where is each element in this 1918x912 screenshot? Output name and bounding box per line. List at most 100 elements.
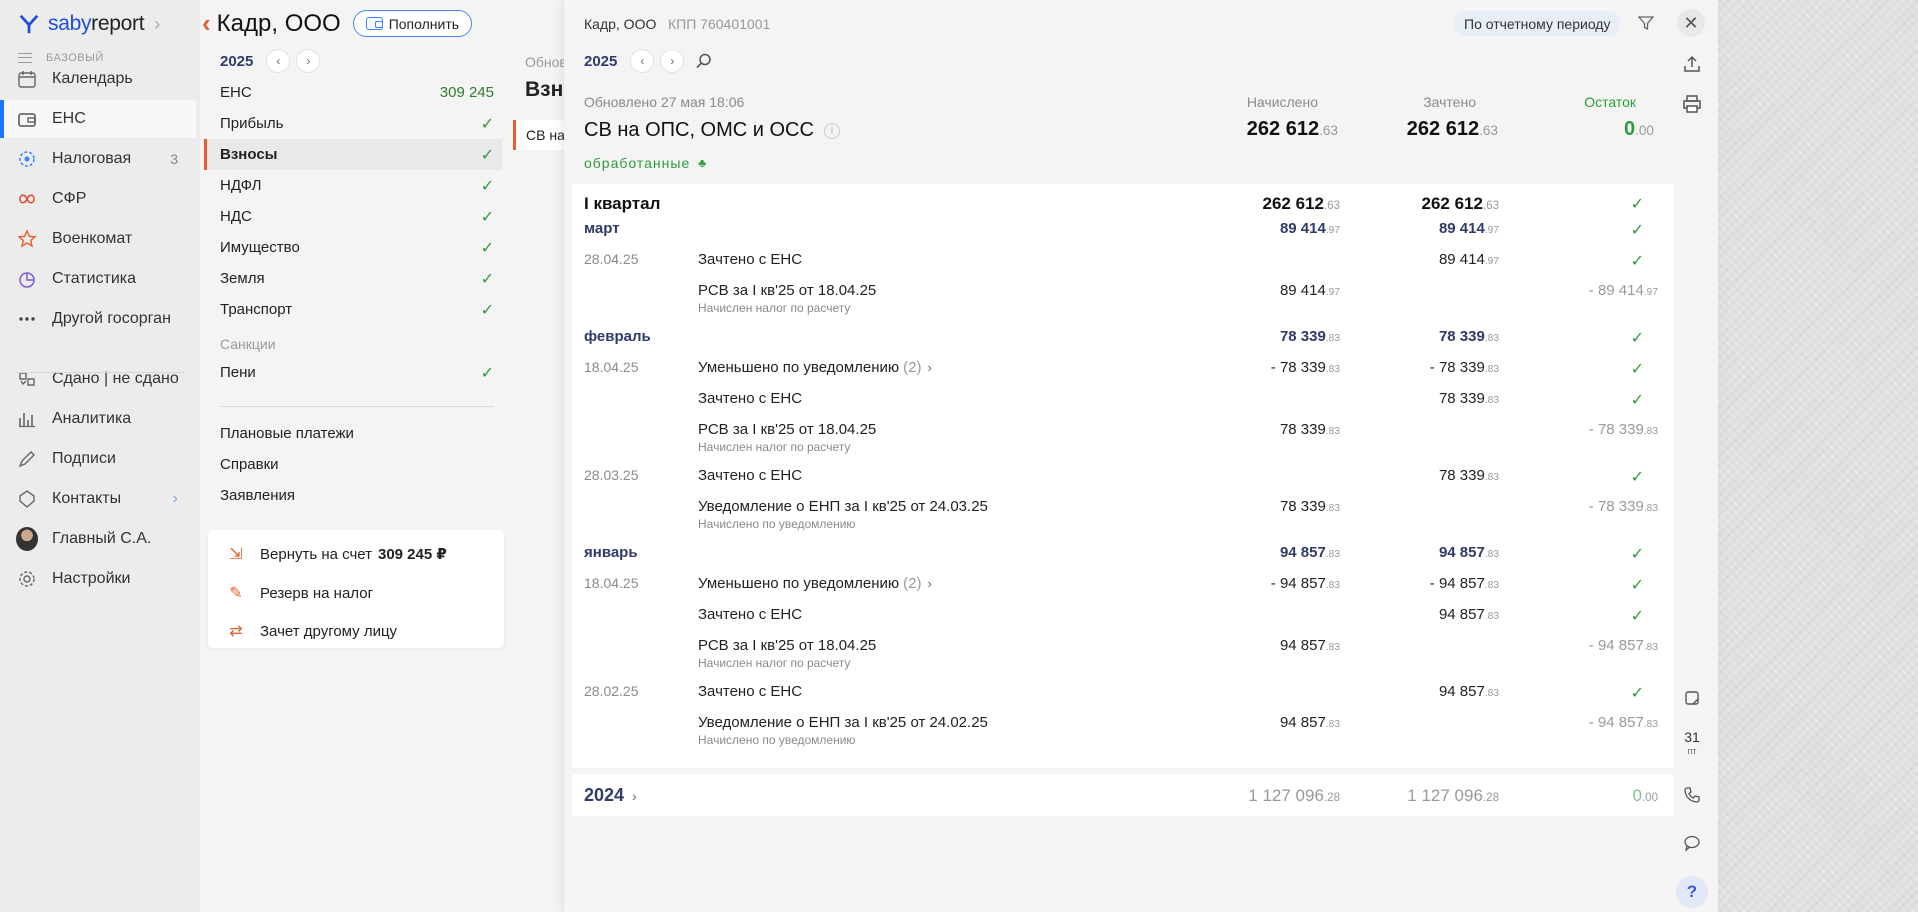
panel-prev-year-button[interactable]: ‹ — [631, 50, 654, 72]
period-button[interactable]: По отчетному периоду — [1454, 11, 1621, 36]
tax-item-1[interactable]: Прибыль ✓ — [204, 108, 502, 139]
pie-chart-icon — [16, 268, 38, 290]
prev-year-accrued-int: 1 127 096 — [1248, 786, 1324, 805]
nav-item-10[interactable]: Контакты › — [0, 480, 196, 518]
print-icon[interactable] — [1682, 94, 1702, 114]
mid-link-0[interactable]: Плановые платежи — [220, 425, 354, 442]
credited-value-int: 94 857 — [1438, 683, 1485, 700]
help-button[interactable]: ? — [1676, 876, 1708, 908]
tax-item-label: Пени — [220, 364, 256, 381]
chevron-right-icon[interactable]: › — [173, 490, 178, 508]
next-year-button[interactable]: › — [297, 50, 320, 72]
accrued-value-cents: .83 — [1325, 333, 1340, 344]
nav-item-7[interactable]: Сдано | не сдано — [0, 360, 196, 398]
tax-item-7[interactable]: Транспорт ✓ — [204, 294, 502, 325]
refund-action[interactable]: ⇲ Вернуть на счет 309 245 ₽ — [226, 544, 447, 564]
total-balance: 0.00 — [1624, 118, 1654, 141]
chat-icon[interactable] — [1683, 834, 1701, 852]
accrued-value-int: 94 857 — [1279, 637, 1326, 654]
export-icon[interactable] — [1682, 54, 1702, 74]
credited-value: 78 339.83 — [1439, 467, 1499, 484]
tax-item-4[interactable]: НДС ✓ — [204, 201, 502, 232]
sprout-icon: ♣ — [698, 156, 708, 170]
desc-text: Зачтено с ЕНС — [698, 390, 803, 407]
credited-value: 89 414.97 — [1439, 251, 1499, 268]
nav-item-6[interactable]: Другой госорган — [0, 300, 196, 338]
nav-item-9[interactable]: Подписи — [0, 440, 196, 478]
prev-year-card[interactable]: 2024 › 1 127 096.28 1 127 096.28 0.00 — [572, 774, 1674, 816]
tax-office-icon — [16, 148, 38, 170]
tax-item-0[interactable]: ЕНС 309 245 — [204, 77, 502, 108]
entry-date: 18.04.25 — [584, 575, 639, 591]
entry-date: 28.04.25 — [584, 251, 639, 267]
chevron-right-icon[interactable]: › — [927, 576, 931, 591]
nav-item-2[interactable]: Налоговая 3 — [0, 140, 196, 178]
nav-item-1[interactable]: ЕНС — [0, 100, 196, 138]
close-button[interactable]: ✕ — [1677, 9, 1705, 37]
nav-item-0[interactable]: Календарь — [0, 60, 196, 98]
panel-next-year-button[interactable]: › — [661, 50, 684, 72]
check-icon: ✓ — [1630, 361, 1644, 378]
year-label[interactable]: 2025 — [220, 53, 253, 70]
mid-link-1[interactable]: Справки — [220, 456, 279, 473]
offset-action[interactable]: ⇄ Зачет другому лицу — [226, 621, 397, 641]
tax-item-2[interactable]: Взносы ✓ — [204, 139, 502, 170]
nav-item-label: СФР — [52, 190, 87, 207]
check-icon: ✓ — [1630, 469, 1644, 486]
credited-value: - 78 339.83 — [1430, 359, 1499, 376]
nav-item-11[interactable]: Главный С.А. — [0, 520, 196, 558]
status-label[interactable]: обработанные ♣ — [584, 155, 707, 171]
check-icon: ✓ — [1630, 577, 1644, 594]
nav-item-8[interactable]: Аналитика — [0, 400, 196, 438]
tax-item-5[interactable]: Имущество ✓ — [204, 232, 502, 263]
desc-text: РСВ за I кв'25 от 18.04.25 — [698, 637, 877, 654]
credited-value: 78 339.83 — [1439, 328, 1499, 345]
tax-item-3[interactable]: НДФЛ ✓ — [204, 170, 502, 201]
nav-item-3[interactable]: СФР — [0, 180, 196, 218]
filter-icon[interactable] — [1638, 15, 1654, 31]
search-icon[interactable] — [695, 52, 713, 70]
prev-year-accrued: 1 127 096.28 — [1248, 786, 1340, 806]
year-switcher: 2025 ‹ › — [220, 50, 320, 72]
tax-item-label: Транспорт — [220, 301, 293, 318]
prev-year-label[interactable]: 2024 › — [584, 785, 637, 806]
note-icon[interactable] — [1684, 690, 1700, 706]
mid-link-2[interactable]: Заявления — [220, 487, 295, 504]
phone-icon[interactable] — [1683, 786, 1701, 804]
entry-desc: Уменьшено по уведомлению (2) › — [698, 575, 932, 592]
panel-kpp: КПП 760401001 — [668, 16, 771, 32]
total-accrued: 262 612.63 — [1247, 118, 1338, 141]
offset-label: Зачет другому лицу — [260, 622, 398, 640]
month-label: январь — [584, 544, 638, 561]
desc-text: Зачтено с ЕНС — [698, 467, 803, 484]
month-label: февраль — [584, 328, 651, 345]
accrued-value-int: - 94 857 — [1270, 575, 1326, 592]
calendar-button[interactable]: 31 пт — [1679, 730, 1705, 758]
company-name[interactable]: Кадр, ООО — [217, 10, 341, 38]
chevron-right-icon[interactable]: › — [927, 360, 931, 375]
info-icon[interactable]: i — [823, 122, 840, 139]
panel-org: Кадр, ООО — [584, 16, 657, 32]
entry-date: 28.03.25 — [584, 467, 639, 483]
prev-year-button[interactable]: ‹ — [267, 50, 290, 72]
credited-value-int: 78 339 — [1438, 390, 1485, 407]
nav-item-4[interactable]: Военкомат — [0, 220, 196, 258]
tax-item-8[interactable]: Пени ✓ — [204, 357, 502, 388]
back-chevron-icon[interactable]: ‹ — [202, 8, 211, 39]
balance-value-cents: .83 — [1643, 642, 1658, 653]
brand-name: sabyreport — [48, 12, 145, 35]
entry-desc: РСВ за I кв'25 от 18.04.25 — [698, 421, 876, 438]
quarter-accrued-cents: .63 — [1323, 200, 1340, 212]
peek-item[interactable]: СВ на — [513, 120, 564, 150]
nav-item-5[interactable]: Статистика — [0, 260, 196, 298]
tax-item-6[interactable]: Земля ✓ — [204, 263, 502, 294]
topup-button[interactable]: Пополнить — [352, 10, 473, 37]
nav-item-12[interactable]: Настройки — [0, 560, 196, 598]
balance-value-cents: .97 — [1643, 287, 1658, 298]
balance-value-int: - 78 339 — [1588, 498, 1644, 515]
panel-year-label[interactable]: 2025 — [584, 53, 617, 70]
logo[interactable]: sabyreport › — [18, 10, 160, 38]
reserve-action[interactable]: ✎ Резерв на налог — [226, 583, 373, 603]
check-icon: ✓ — [480, 115, 494, 133]
check-icon: ✓ — [480, 177, 494, 195]
